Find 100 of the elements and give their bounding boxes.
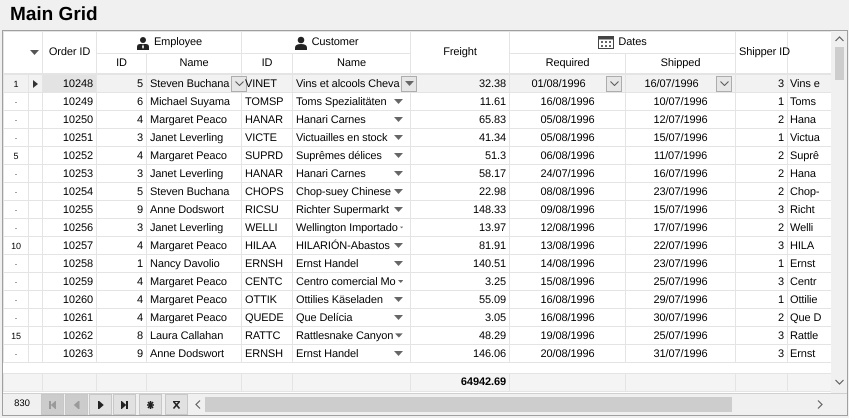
table-cell: Welli	[790, 222, 814, 234]
table-cell: 3	[778, 204, 784, 216]
table-cell-text: 16/08/1996	[539, 292, 596, 308]
table-cell: 3	[136, 222, 143, 234]
table-cell: 81.91	[478, 240, 506, 252]
dropdown-caret-icon[interactable]	[398, 279, 403, 284]
new-record-button[interactable]	[139, 394, 162, 415]
table-cell: 48.29	[478, 330, 506, 342]
table-cell: 8	[136, 330, 143, 342]
table-cell-text: HILARIÓN-Abastos	[296, 238, 391, 254]
table-cell-text: 10/07/1996	[652, 94, 709, 110]
table-cell: 3	[778, 78, 784, 90]
table-cell: OTTIK	[245, 294, 277, 306]
table-cell-text: 09/08/1996	[539, 202, 596, 218]
dropdown-caret-icon[interactable]	[395, 333, 403, 338]
table-cell: Richt	[790, 204, 815, 216]
table-cell-text: Wellington Importado	[296, 220, 398, 236]
row-number: ·	[4, 128, 28, 146]
table-cell: 3	[778, 330, 784, 342]
dropdown-caret-icon[interactable]	[394, 261, 403, 266]
asterisk-icon	[147, 400, 154, 408]
table-cell: 4	[136, 312, 143, 324]
dropdown-caret-icon[interactable]	[394, 315, 403, 320]
table-cell: 1	[778, 294, 784, 306]
row-number: ·	[4, 272, 28, 290]
scroll-down-icon[interactable]	[834, 379, 844, 385]
table-cell: 4	[136, 276, 143, 288]
dropdown-button[interactable]	[716, 76, 732, 92]
table-cell-text: Ernst Handel	[296, 256, 360, 272]
dropdown-caret-icon[interactable]	[394, 297, 403, 302]
table-cell-text: 25/07/1996	[652, 274, 709, 290]
table-cell: 3	[136, 132, 143, 144]
caret-icon[interactable]	[30, 50, 39, 55]
table-cell-text: Margaret Peaco	[150, 148, 228, 164]
table-cell-text: 30/07/1996	[652, 310, 709, 326]
table-cell-text: Anne Dodswort	[150, 202, 225, 218]
table-cell-text: Centro comercial Mo	[296, 274, 396, 290]
person-icon	[294, 36, 308, 50]
row-number: 10	[4, 236, 28, 254]
dropdown-caret-icon[interactable]	[394, 117, 403, 122]
table-cell: 10258	[62, 258, 93, 270]
dropdown-caret-icon[interactable]	[394, 351, 403, 356]
scrollbar-thumb[interactable]	[205, 397, 732, 412]
table-cell: Ottilie	[790, 294, 818, 306]
table-cell: 4	[136, 240, 143, 252]
table-cell-text: 16/08/1996	[539, 310, 596, 326]
person-icon	[136, 36, 150, 50]
scroll-right-icon[interactable]	[817, 400, 823, 409]
dropdown-caret-icon[interactable]	[394, 189, 403, 194]
table-cell-text: 31/07/1996	[652, 346, 709, 362]
table-cell: 2	[778, 168, 784, 180]
dropdown-caret-icon[interactable]	[394, 207, 403, 212]
table-cell-text: 16/07/1996	[652, 166, 709, 182]
vertical-scrollbar[interactable]	[831, 31, 847, 393]
table-cell: 10254	[62, 186, 93, 198]
table-cell: 58.17	[478, 168, 506, 180]
table-cell-text: 19/08/1996	[539, 328, 596, 344]
delete-record-button[interactable]	[165, 394, 188, 415]
table-cell-text: Richter Supermarkt	[296, 202, 390, 218]
last-record-button[interactable]	[113, 394, 136, 415]
column-group-header: Employee	[154, 35, 202, 50]
table-cell: QUEDE	[245, 312, 284, 324]
table-cell: Victua	[790, 132, 820, 144]
dropdown-caret-icon[interactable]	[394, 99, 403, 104]
dropdown-caret-icon[interactable]	[394, 153, 403, 158]
table-cell: 22.98	[478, 186, 506, 198]
column-header[interactable]: Freight	[410, 32, 510, 74]
table-cell-text: 15/08/1996	[539, 274, 596, 290]
table-cell: 10252	[62, 150, 93, 162]
table-cell: HANAR	[245, 114, 284, 126]
table-cell-text: 12/07/1996	[652, 112, 709, 128]
scroll-up-icon[interactable]	[834, 36, 844, 42]
table-cell-text: Margaret Peaco	[150, 274, 228, 290]
next-record-button[interactable]	[89, 394, 112, 415]
table-cell: ERNSH	[245, 348, 284, 360]
table-cell: 2	[778, 150, 784, 162]
table-cell: 1	[136, 258, 143, 270]
table-cell: Suprê	[790, 150, 819, 162]
dropdown-caret-icon[interactable]	[394, 243, 403, 248]
table-cell: 4	[136, 150, 143, 162]
table-cell: Ernst	[790, 348, 816, 360]
table-cell: 41.34	[478, 132, 506, 144]
table-cell: VICTE	[245, 132, 277, 144]
dropdown-caret-icon[interactable]	[394, 135, 403, 140]
dropdown-button[interactable]	[401, 76, 418, 92]
table-cell: 10253	[62, 168, 93, 180]
table-cell-text: Ottilies Käseladen	[296, 292, 384, 308]
table-cell-text: 13/08/1996	[539, 238, 596, 254]
table-cell-text: 17/07/1996	[652, 220, 709, 236]
table-cell-text: Margaret Peaco	[150, 310, 228, 326]
scrollbar-thumb[interactable]	[834, 47, 844, 80]
table-cell: Rattle	[790, 330, 818, 342]
dropdown-button[interactable]	[606, 76, 622, 92]
table-cell: 11.61	[480, 96, 506, 108]
table-cell: 4	[136, 114, 143, 126]
table-cell-text: 22/07/1996	[652, 238, 709, 254]
table-cell: 51.3	[484, 150, 506, 162]
dropdown-caret-icon[interactable]	[394, 171, 403, 176]
scroll-left-icon[interactable]	[195, 400, 201, 409]
row-number: ·	[4, 308, 28, 326]
